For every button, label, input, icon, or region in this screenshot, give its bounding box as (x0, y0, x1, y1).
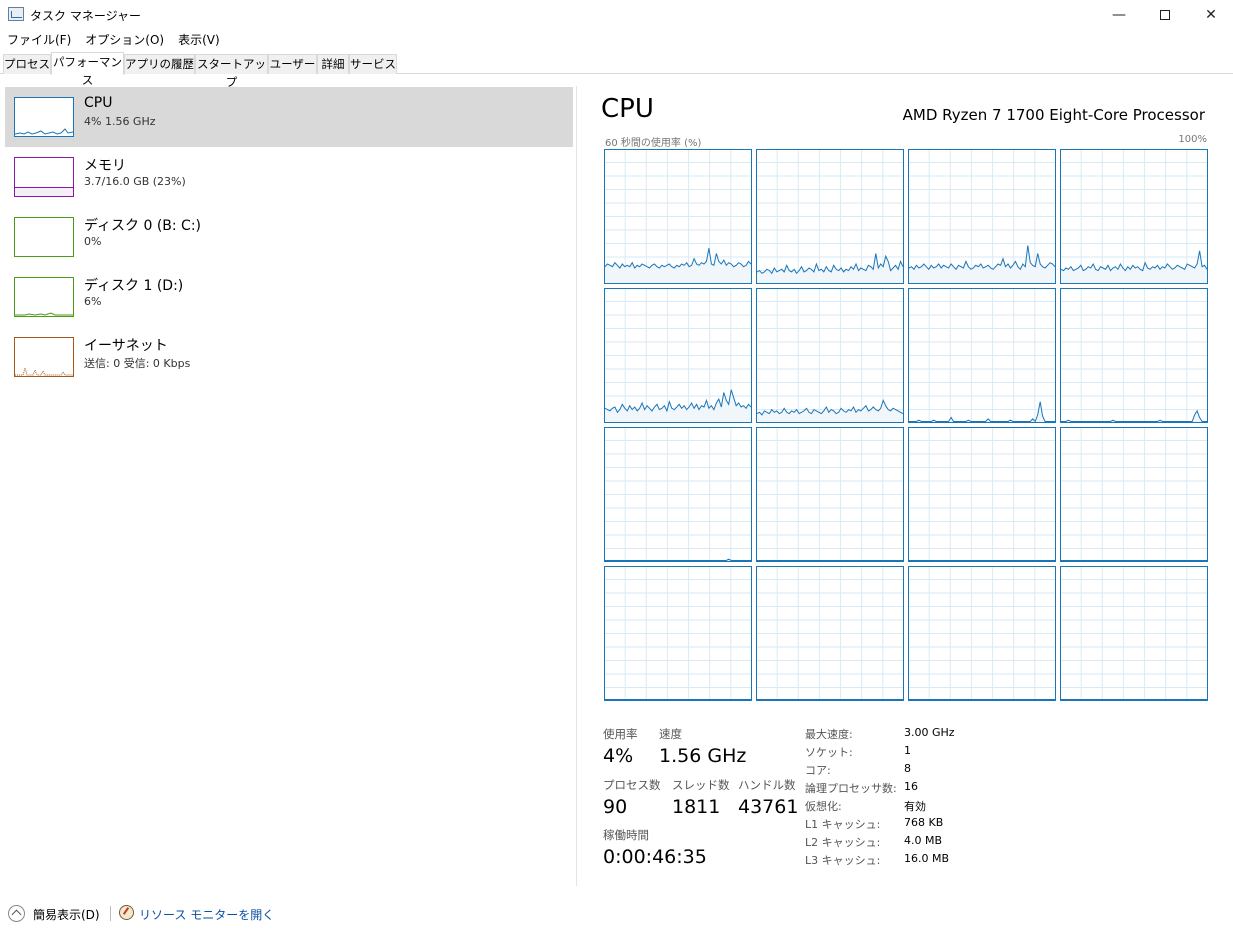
logical-processor-graph (604, 149, 752, 284)
spec-value: 16.0 MB (904, 852, 950, 865)
menu-file[interactable]: ファイル(F) (0, 30, 78, 50)
threads-label: スレッド数 (672, 778, 730, 792)
handles-label: ハンドル数 (738, 778, 796, 792)
spec-key: 仮想化: (805, 800, 842, 813)
resource-summary: 4% 1.56 GHz (84, 115, 156, 128)
usage-value: 4% (603, 745, 634, 767)
window-title: タスク マネージャー (30, 9, 141, 23)
minimize-button[interactable]: — (1096, 0, 1142, 30)
speed-value: 1.56 GHz (659, 745, 747, 767)
logical-processor-graph (604, 427, 752, 562)
resource-name: イーサネット (84, 338, 168, 354)
disk1-thumbnail (14, 277, 74, 317)
logical-processor-graph (756, 149, 904, 284)
tab-performance[interactable]: パフォーマンス (51, 52, 124, 87)
logical-processor-graph (908, 427, 1056, 562)
resource-summary: 6% (84, 295, 102, 308)
processes-label: プロセス数 (603, 778, 661, 792)
logical-processor-graph (908, 566, 1056, 701)
maximize-button[interactable] (1142, 0, 1188, 30)
spec-value: 16 (904, 780, 918, 793)
task-manager-icon (8, 7, 24, 21)
detail-title: CPU (601, 94, 654, 124)
tab-bar: プロセス パフォーマンス アプリの履歴 スタートアップ ユーザー 詳細 サービス (0, 52, 1233, 89)
spec-value: 1 (904, 744, 911, 757)
threads-value: 1811 (672, 796, 721, 818)
processor-model: AMD Ryzen 7 1700 Eight-Core Processor (902, 106, 1205, 124)
logical-processor-graph (604, 288, 752, 423)
resource-memory[interactable]: メモリ 3.7/16.0 GB (23%) (5, 147, 573, 207)
resource-disk-1[interactable]: ディスク 1 (D:) 6% (5, 267, 573, 327)
resource-summary: 送信: 0 受信: 0 Kbps (84, 357, 191, 370)
logical-processor-graph (908, 288, 1056, 423)
tab-processes[interactable]: プロセス (3, 54, 51, 74)
logical-processor-graph (1060, 566, 1208, 701)
spec-value: 3.00 GHz (904, 726, 955, 739)
logical-processor-graph (604, 566, 752, 701)
logical-processor-graph (1060, 288, 1208, 423)
fewer-details-button[interactable]: 簡易表示(D) (33, 906, 100, 923)
spec-key: コア: (805, 764, 831, 777)
spec-key: L1 キャッシュ: (805, 818, 881, 831)
uptime-label: 稼働時間 (603, 828, 649, 842)
graph-label: 60 秒間の使用率 (%) (605, 138, 702, 149)
resource-name: CPU (84, 95, 113, 111)
resource-name: ディスク 1 (D:) (84, 278, 184, 294)
handles-value: 43761 (738, 796, 799, 818)
logical-processor-graphs (604, 149, 1208, 701)
processes-value: 90 (603, 796, 628, 818)
resource-cpu[interactable]: CPU 4% 1.56 GHz (5, 87, 573, 147)
spec-value: 有効 (904, 800, 926, 813)
logical-processor-graph (908, 149, 1056, 284)
menu-options[interactable]: オプション(O) (78, 30, 171, 50)
footer-bar: 簡易表示(D) リソース モニターを開く (0, 888, 1233, 938)
tab-services[interactable]: サービス (349, 54, 397, 74)
cpu-thumbnail (14, 97, 74, 137)
uptime-value: 0:00:46:35 (603, 846, 707, 868)
spec-value: 8 (904, 762, 911, 775)
close-button[interactable]: ✕ (1188, 0, 1233, 30)
speed-label: 速度 (659, 727, 682, 741)
resource-list: CPU 4% 1.56 GHz メモリ 3.7/16.0 GB (23%) ディ… (0, 86, 576, 886)
logical-processor-graph (1060, 427, 1208, 562)
spec-key: 最大速度: (805, 728, 853, 741)
resource-name: ディスク 0 (B: C:) (84, 218, 202, 234)
resource-disk-0[interactable]: ディスク 0 (B: C:) 0% (5, 207, 573, 267)
spec-key: ソケット: (805, 746, 853, 759)
logical-processor-graph (1060, 149, 1208, 284)
resource-summary: 0% (84, 235, 102, 248)
tab-startup[interactable]: スタートアップ (195, 54, 268, 89)
spec-key: L3 キャッシュ: (805, 854, 881, 867)
logical-processor-graph (756, 566, 904, 701)
resource-summary: 3.7/16.0 GB (23%) (84, 175, 186, 188)
tab-app-history[interactable]: アプリの履歴 (124, 54, 195, 74)
graph-max-label: 100% (1178, 134, 1207, 145)
resource-ethernet[interactable]: イーサネット 送信: 0 受信: 0 Kbps (5, 327, 573, 387)
resource-monitor-icon[interactable] (119, 905, 134, 920)
spec-value: 4.0 MB (904, 834, 943, 847)
menu-bar: ファイル(F) オプション(O) 表示(V) (0, 30, 227, 50)
spec-key: 論理プロセッサ数: (805, 782, 897, 795)
ethernet-thumbnail (14, 337, 74, 377)
disk0-thumbnail (14, 217, 74, 257)
resource-name: メモリ (84, 158, 126, 174)
spec-value: 768 KB (904, 816, 944, 829)
logical-processor-graph (756, 427, 904, 562)
chevron-up-icon[interactable] (8, 905, 25, 922)
open-resource-monitor-link[interactable]: リソース モニターを開く (139, 906, 274, 923)
logical-processor-graph (756, 288, 904, 423)
tab-details[interactable]: 詳細 (317, 54, 349, 74)
title-bar: タスク マネージャー — ✕ (0, 0, 1233, 30)
panel-divider[interactable] (576, 86, 577, 886)
usage-label: 使用率 (603, 727, 638, 741)
footer-separator (110, 906, 111, 921)
menu-view[interactable]: 表示(V) (171, 30, 227, 50)
memory-thumbnail (14, 157, 74, 197)
maximize-icon (1160, 10, 1170, 20)
tab-users[interactable]: ユーザー (268, 54, 317, 74)
spec-key: L2 キャッシュ: (805, 836, 881, 849)
